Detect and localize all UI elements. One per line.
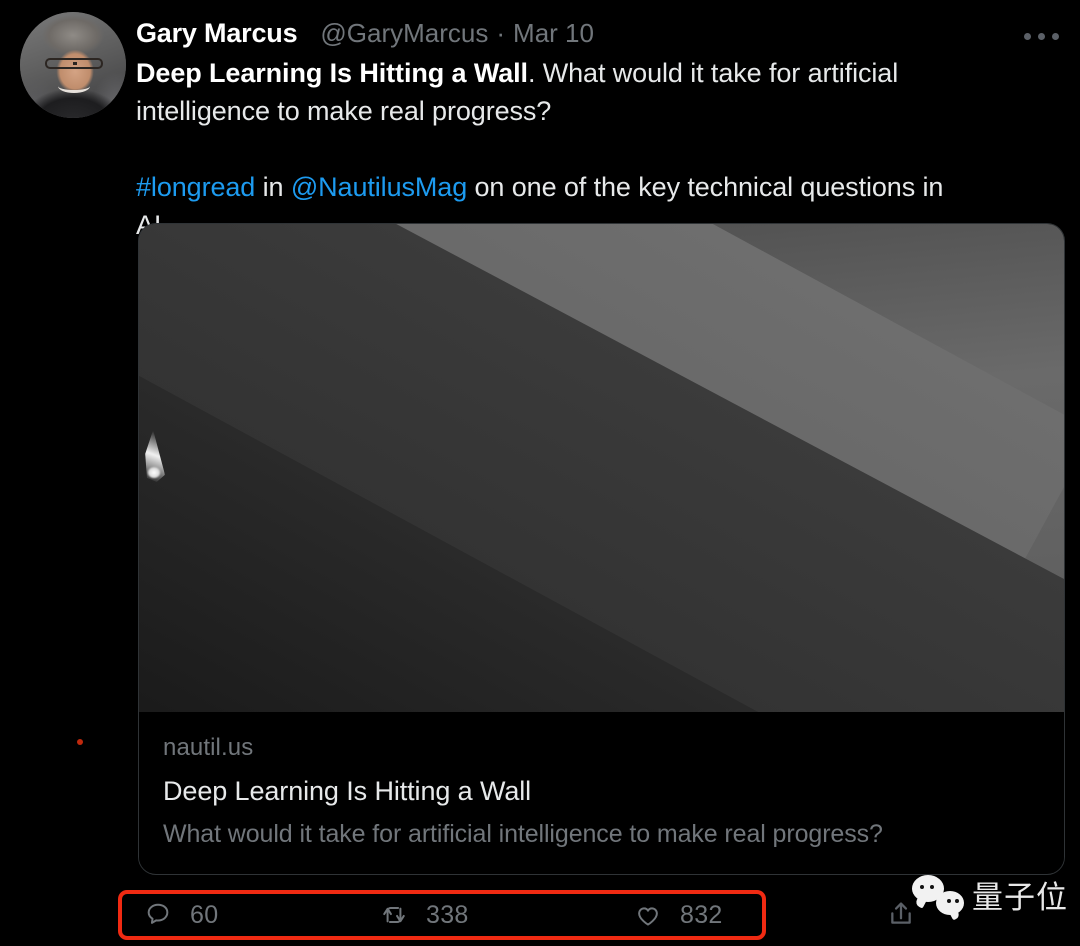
link-preview-image [139, 224, 1064, 712]
tweet-bold-lead: Deep Learning Is Hitting a Wall [136, 58, 528, 88]
tweet-connector: in [255, 172, 291, 202]
like-count: 832 [680, 900, 723, 929]
more-dot-icon [1051, 32, 1059, 40]
reply-button[interactable]: 60 [144, 894, 218, 936]
link-preview-body: nautil.us Deep Learning Is Hitting a Wal… [139, 712, 1064, 873]
wechat-icon [912, 874, 964, 915]
retweet-count: 338 [426, 900, 469, 929]
wechat-bubble-small [936, 890, 964, 915]
author-handle[interactable]: @GaryMarcus [320, 18, 488, 49]
link-preview-card[interactable]: nautil.us Deep Learning Is Hitting a Wal… [138, 223, 1065, 875]
avatar[interactable] [20, 12, 126, 118]
tweet-paragraph-gap [136, 130, 956, 168]
hashtag-longread[interactable]: #longread [136, 172, 255, 202]
wechat-eye [955, 898, 959, 903]
author-display-name[interactable]: Gary Marcus [136, 18, 298, 49]
link-preview-title: Deep Learning Is Hitting a Wall [163, 776, 532, 806]
stray-red-dot [77, 739, 83, 745]
watermark: 量子位 [912, 872, 1068, 917]
tweet-header: Gary Marcus @GaryMarcus · Mar 10 [136, 18, 594, 49]
retweet-button[interactable]: 338 [380, 894, 469, 936]
link-preview-description: What would it take for artificial intell… [163, 820, 883, 848]
tweet-container: Gary Marcus @GaryMarcus · Mar 10 Deep Le… [0, 0, 1080, 946]
reply-count: 60 [190, 900, 219, 929]
wechat-eye [947, 898, 951, 903]
link-preview-domain: nautil.us [163, 734, 254, 761]
engagement-metrics-highlight: 60 338 832 [118, 890, 766, 940]
header-separator: · [496, 18, 506, 48]
watermark-text: 量子位 [972, 880, 1068, 916]
wechat-eye [920, 884, 924, 889]
avatar-glasses [45, 57, 103, 70]
reply-icon [144, 901, 172, 929]
like-button[interactable]: 832 [634, 894, 723, 936]
wechat-eye [930, 884, 934, 889]
more-dot-icon [1037, 32, 1045, 40]
like-icon [634, 901, 662, 929]
mention-nautilusmag[interactable]: @NautilusMag [291, 172, 467, 202]
more-dot-icon [1023, 32, 1031, 40]
more-options-button[interactable] [1016, 20, 1066, 52]
tweet-date[interactable]: Mar 10 [513, 18, 594, 49]
retweet-icon [380, 901, 408, 929]
tweet-body-text: Deep Learning Is Hitting a Wall. What wo… [136, 54, 956, 244]
